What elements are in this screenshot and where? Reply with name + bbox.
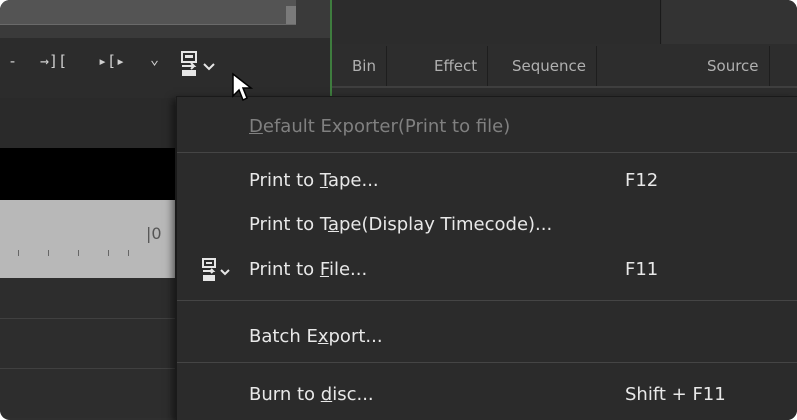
menu-item-print-to-tape[interactable]: Print to Tape... F12 (177, 163, 797, 199)
timecode-bar (0, 148, 175, 200)
export-dropdown-menu: Default Exporter(Print to file) Print to… (176, 96, 797, 420)
shortcut-label: Shift + F11 (625, 384, 726, 405)
shortcut-label: F12 (625, 170, 659, 191)
menu-separator (177, 300, 797, 301)
scrollbar-thumb[interactable] (286, 6, 296, 24)
app-window: - →][ ▸[▸ ⌄ |0 Bin Effect Sequence Sourc… (0, 0, 797, 420)
ruler-zero-marker: |0 (146, 224, 162, 243)
menu-item-default-exporter[interactable]: Default Exporter(Print to file) (177, 109, 797, 145)
menu-separator (177, 152, 797, 153)
horizontal-scrollbar[interactable] (0, 0, 296, 25)
bin-top-strip (332, 0, 797, 44)
timeline-toolbar: - →][ ▸[▸ ⌄ (0, 38, 330, 98)
export-icon (202, 258, 230, 281)
menu-item-print-to-file[interactable]: Print to File... F11 (177, 252, 797, 288)
shortcut-label: F11 (625, 259, 659, 280)
tab-source[interactable]: Source (697, 46, 770, 86)
tab-effect[interactable]: Effect (424, 46, 489, 86)
track-area (0, 278, 175, 418)
trim-in-icon[interactable]: →][ (40, 52, 67, 70)
menu-separator (177, 362, 797, 363)
set-in-icon[interactable]: ▸[▸ (98, 52, 125, 70)
tab-sequence-marker[interactable]: Sequence marker (502, 46, 597, 115)
bin-panel: Bin Effect Sequence marker Source (330, 0, 797, 115)
mouse-cursor-icon (232, 72, 253, 102)
menu-item-burn-to-disc[interactable]: Burn to disc... Shift + F11 (177, 377, 797, 413)
preview-scrollbar-area (0, 0, 330, 38)
menu-item-batch-export[interactable]: Batch Export... (177, 319, 797, 355)
timeline-ruler[interactable]: |0 (0, 200, 175, 278)
menu-item-print-to-tape-timecode[interactable]: Print to Tape(Display Timecode)... (177, 207, 797, 243)
dropdown-icon[interactable]: ⌄ (150, 50, 159, 68)
export-icon[interactable] (178, 50, 228, 80)
tab-bin[interactable]: Bin (342, 46, 387, 86)
track-header-row (0, 98, 175, 149)
tool-dash[interactable]: - (8, 52, 17, 70)
